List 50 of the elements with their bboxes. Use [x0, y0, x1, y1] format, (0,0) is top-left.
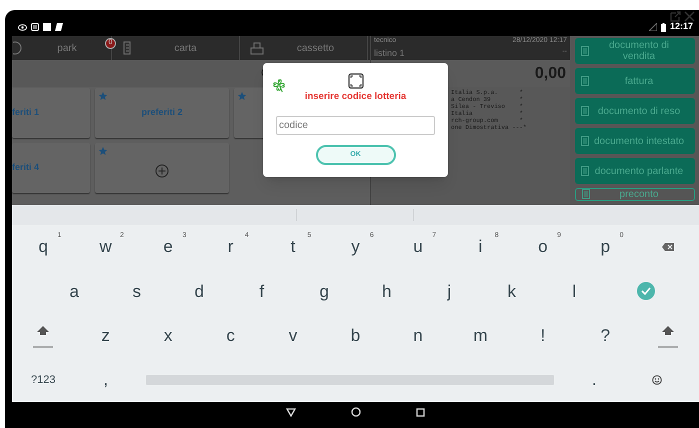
key[interactable]: l — [543, 269, 606, 314]
drawer-icon — [250, 42, 264, 54]
key[interactable]: d — [168, 269, 230, 314]
document-icon — [581, 46, 589, 56]
card-icon — [55, 23, 63, 31]
key[interactable]: g — [293, 269, 356, 314]
document-icon — [581, 166, 589, 176]
recents-icon[interactable] — [416, 408, 425, 416]
plus-circle-icon — [155, 164, 169, 178]
favorite-tile[interactable] — [95, 143, 229, 193]
document-icon — [582, 189, 590, 199]
key[interactable]: x — [136, 314, 200, 358]
status-time: 12:17 — [670, 20, 693, 34]
key[interactable]: ? — [574, 314, 637, 358]
sync-icon — [31, 23, 39, 31]
dialog-title: inserire codice lotteria — [304, 90, 406, 104]
key[interactable]: a — [43, 269, 106, 314]
key[interactable]: v — [262, 314, 324, 358]
key[interactable]: , — [74, 358, 137, 402]
key[interactable]: j — [418, 269, 480, 314]
key[interactable]: m — [449, 314, 512, 358]
key[interactable]: . — [563, 358, 626, 402]
total-amount: 0,00 — [534, 64, 566, 84]
document-icon — [581, 106, 589, 116]
backspace-icon[interactable] — [662, 243, 674, 252]
home-icon[interactable] — [351, 407, 361, 417]
key[interactable]: f — [230, 269, 293, 314]
checkmark-icon[interactable] — [636, 282, 654, 300]
key[interactable]: n — [386, 314, 450, 358]
fullscreen-icon[interactable] — [348, 73, 364, 89]
eye-icon — [18, 24, 27, 30]
emoji-icon[interactable] — [652, 374, 662, 385]
document-icon — [581, 76, 589, 86]
back-icon[interactable] — [286, 408, 296, 416]
receipt-icon — [122, 41, 132, 55]
code-input[interactable]: codice — [276, 116, 435, 136]
key[interactable]: ! — [512, 314, 574, 358]
key[interactable]: s — [106, 269, 168, 314]
key[interactable]: ?123 — [12, 358, 74, 402]
battery-icon — [660, 22, 666, 32]
clover-icon — [272, 78, 287, 93]
price-list: listino 1 — [374, 46, 405, 60]
key[interactable]: c — [199, 314, 262, 358]
signal-icon — [648, 23, 657, 31]
square-icon — [43, 23, 51, 31]
key[interactable]: k — [480, 269, 543, 314]
document-icon — [581, 136, 589, 146]
key[interactable]: z — [74, 314, 137, 358]
key[interactable]: h — [356, 269, 418, 314]
key[interactable]: b — [324, 314, 387, 358]
